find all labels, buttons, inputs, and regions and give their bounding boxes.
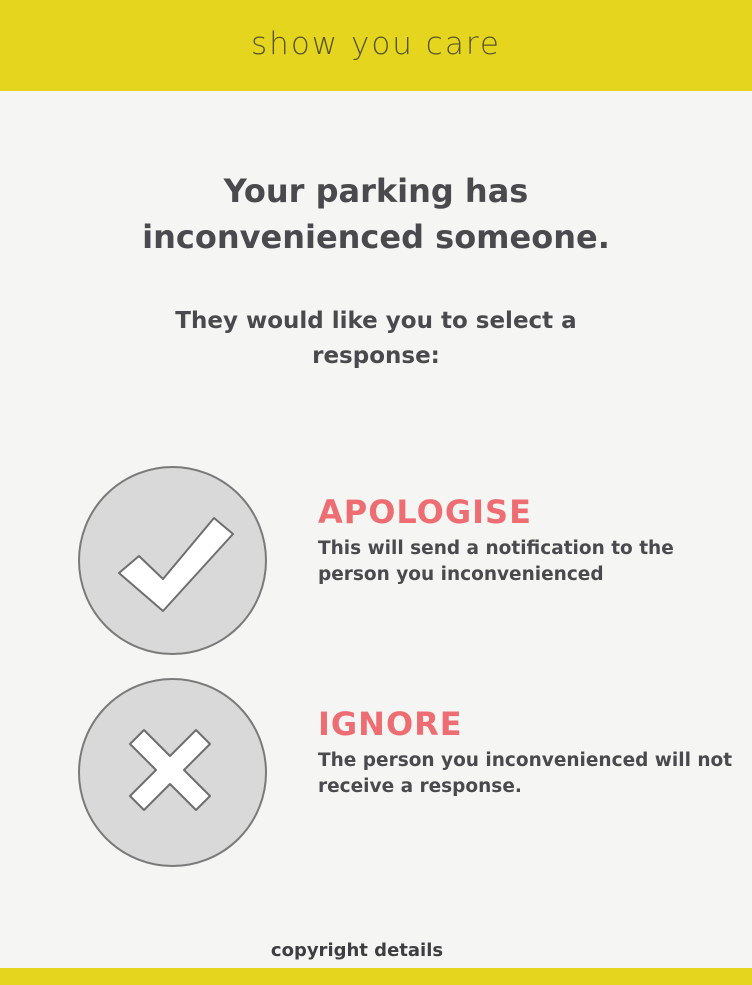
apologise-text: APOLOGISE This will send a notification … [318, 492, 738, 588]
ignore-description-line-1: The person you inconvenienced will not [318, 750, 733, 771]
ignore-button[interactable] [78, 678, 267, 867]
cross-icon [129, 729, 211, 811]
ignore-text: IGNORE The person you inconvenienced wil… [318, 704, 738, 800]
ignore-description: The person you inconvenienced will not r… [318, 748, 738, 800]
check-icon [118, 517, 234, 612]
footer-bar [0, 968, 752, 985]
headline-line-2: inconvenienced someone. [142, 218, 610, 256]
brand-title: show you care [251, 25, 501, 62]
apologise-description: This will send a notification to the per… [318, 536, 738, 588]
apologise-description-line-2: person you inconvenienced [318, 564, 604, 585]
apologise-button[interactable] [78, 466, 267, 655]
apologise-description-line-1: This will send a notification to the [318, 538, 674, 559]
page-headline: Your parking has inconvenienced someone. [0, 168, 752, 260]
headline-line-1: Your parking has [223, 172, 529, 210]
page: show you care Your parking has inconveni… [0, 0, 752, 985]
instruction-line-2: response: [312, 343, 440, 369]
ignore-title[interactable]: IGNORE [318, 704, 738, 744]
instruction-text: They would like you to select a response… [0, 304, 752, 374]
instruction-line-1: They would like you to select a [175, 308, 577, 334]
copyright-link[interactable]: copyright details [0, 940, 714, 961]
option-apologise: APOLOGISE This will send a notification … [0, 466, 752, 656]
ignore-description-line-2: receive a response. [318, 776, 522, 797]
option-ignore: IGNORE The person you inconvenienced wil… [0, 678, 752, 868]
apologise-title[interactable]: APOLOGISE [318, 492, 738, 532]
header-bar: show you care [0, 0, 752, 91]
